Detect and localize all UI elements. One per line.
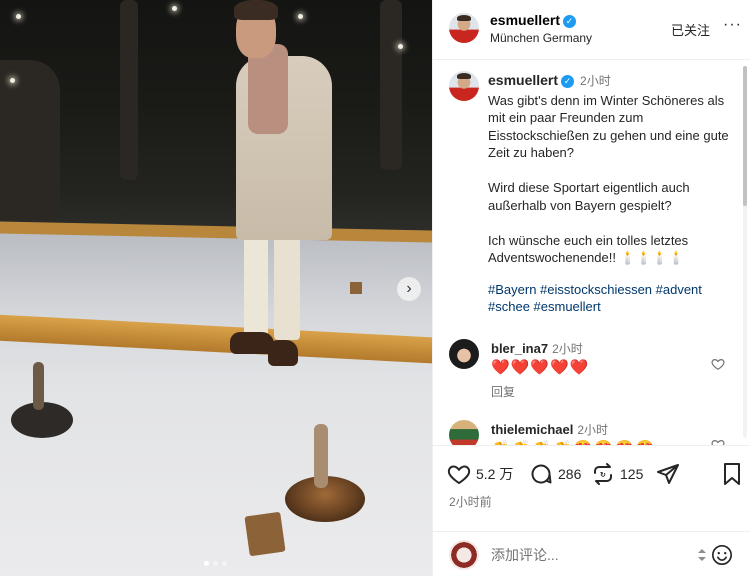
add-comment-bar xyxy=(433,531,750,576)
comment-time: 2小时 xyxy=(577,423,609,437)
repost-icon: ↻ xyxy=(594,463,612,485)
post-header: esmuellert ✓ München Germany 已关注 ··· xyxy=(433,0,750,60)
string-light xyxy=(398,44,403,49)
like-button[interactable]: 5.2 万 xyxy=(447,462,513,486)
post-photo[interactable]: › xyxy=(0,0,432,576)
repost-button[interactable]: ↻ 125 xyxy=(591,462,643,486)
username[interactable]: esmuellert xyxy=(490,12,560,28)
carousel-indicator xyxy=(190,561,240,567)
following-button[interactable]: 已关注 xyxy=(671,20,710,39)
carousel-dot xyxy=(203,561,209,566)
share-button[interactable] xyxy=(656,462,680,486)
username[interactable]: thielemichael xyxy=(491,422,573,437)
avatar[interactable] xyxy=(449,420,479,445)
tree-trunk xyxy=(380,0,402,170)
reply-button[interactable]: 回复 xyxy=(491,383,515,400)
post-caption: esmuellert ✓ 2小时 Was gibt's denn im Winter… xyxy=(488,72,738,316)
comments-scrollbar[interactable] xyxy=(743,66,747,438)
post-timestamp[interactable]: 2小时前 xyxy=(449,493,492,510)
emoji-icon[interactable] xyxy=(711,544,733,566)
post-sidebar: esmuellert ✓ München Germany 已关注 ··· esmu… xyxy=(432,0,750,576)
comment-time: 2小时 xyxy=(552,342,583,356)
tree-trunk xyxy=(120,0,138,180)
person-leg xyxy=(274,236,300,340)
carousel-dot xyxy=(212,561,218,566)
heart-icon xyxy=(447,465,471,485)
string-light xyxy=(172,6,177,11)
more-options-icon[interactable]: ··· xyxy=(723,16,742,34)
verified-badge-icon: ✓ xyxy=(563,15,577,28)
ice-rink-surface xyxy=(0,232,432,576)
bookmark-icon xyxy=(724,463,740,485)
curling-stock-handle xyxy=(314,424,328,488)
person-hair xyxy=(234,0,278,20)
string-light xyxy=(298,14,303,19)
author-name[interactable]: esmuellert ✓ xyxy=(490,12,577,30)
username[interactable]: bler_ina7 xyxy=(491,341,548,356)
curling-stock-handle xyxy=(33,362,44,410)
avatar[interactable] xyxy=(449,339,479,369)
carousel-dot xyxy=(221,561,227,566)
avatar xyxy=(449,540,479,570)
chevron-right-icon: › xyxy=(406,280,412,297)
comment-text: ❤️❤️❤️❤️❤️ xyxy=(491,359,590,376)
next-photo-button[interactable]: › xyxy=(397,277,421,301)
string-light xyxy=(10,78,15,83)
comment-count: 286 xyxy=(558,466,582,482)
scrollbar-thumb[interactable] xyxy=(743,66,747,206)
expand-icon[interactable] xyxy=(697,549,707,561)
comment-button[interactable]: 286 xyxy=(529,462,581,486)
comment-bubble-icon xyxy=(531,464,552,484)
paper-plane-icon xyxy=(657,464,679,484)
username[interactable]: esmuellert xyxy=(488,72,558,88)
caption-time: 2小时 xyxy=(580,74,611,88)
caption-text: Was gibt's denn im Winter Schöneres als … xyxy=(488,92,729,266)
comment-author[interactable]: bler_ina7 2小时 xyxy=(491,340,583,357)
person-shoe xyxy=(268,340,298,366)
comment-author[interactable]: thielemichael 2小时 xyxy=(491,421,608,438)
location-link[interactable]: München Germany xyxy=(490,31,592,45)
comments-section[interactable]: esmuellert ✓ 2小时 Was gibt's denn im Winter… xyxy=(433,61,750,445)
target-block xyxy=(350,282,362,294)
target-block xyxy=(244,511,286,557)
avatar[interactable] xyxy=(449,13,479,43)
heart-icon[interactable] xyxy=(711,357,725,371)
like-count: 5.2 万 xyxy=(476,466,514,482)
repost-count: 125 xyxy=(620,466,644,482)
svg-text:↻: ↻ xyxy=(600,472,606,479)
string-light xyxy=(16,14,21,19)
save-button[interactable] xyxy=(721,462,743,486)
comment-input[interactable] xyxy=(491,544,681,566)
avatar[interactable] xyxy=(449,71,479,101)
verified-badge-icon: ✓ xyxy=(561,75,575,88)
person-leg xyxy=(244,236,268,336)
hashtags[interactable]: #Bayern #eisstockschiessen #advent #sche… xyxy=(488,281,738,316)
post-actions: 5.2 万 286 ↻ 125 2小时前 xyxy=(433,445,750,576)
tree-trunk xyxy=(0,60,60,220)
heart-icon[interactable] xyxy=(711,438,725,445)
